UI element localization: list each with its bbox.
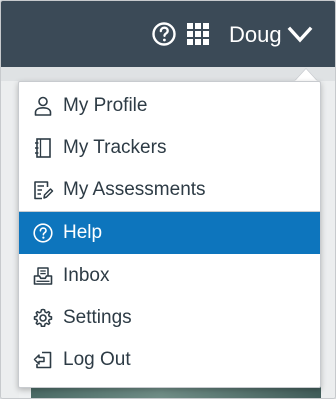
apps-grid-icon[interactable]: [185, 21, 211, 47]
page-right-shade: [319, 81, 335, 398]
menu-item-label: My Profile: [63, 95, 148, 116]
menu-item-my-trackers[interactable]: My Trackers: [19, 127, 320, 169]
menu-item-help[interactable]: Help: [19, 212, 320, 254]
notebook-icon: [35, 138, 51, 158]
menu-item-my-assessments[interactable]: My Assessments: [19, 169, 320, 211]
menu-pointer: [295, 69, 317, 81]
help-icon[interactable]: [151, 21, 177, 47]
menu-item-label: Settings: [63, 307, 132, 328]
menu-item-label: My Assessments: [63, 179, 206, 200]
menu-item-inbox[interactable]: Inbox: [19, 255, 320, 297]
page-left-shade: [1, 81, 19, 398]
assessment-icon: [34, 181, 54, 200]
menu-item-my-profile[interactable]: My Profile: [19, 85, 320, 127]
menu-item-settings[interactable]: Settings: [19, 297, 320, 339]
menu-item-label: My Trackers: [63, 137, 167, 158]
app-frame: Doug My Profile My Trackers My Assessmen…: [0, 0, 336, 399]
chevron-down-icon[interactable]: [287, 26, 313, 44]
menu-item-log-out[interactable]: Log Out: [19, 339, 320, 381]
user-icon: [34, 96, 52, 116]
menu-item-label: Inbox: [63, 265, 110, 286]
logout-icon: [33, 351, 52, 369]
user-menu-name[interactable]: Doug: [229, 22, 282, 48]
menu-item-label: Help: [63, 222, 103, 243]
inbox-icon: [33, 267, 53, 285]
user-dropdown-menu: My Profile My Trackers My Assessments He…: [18, 81, 321, 388]
gear-icon: [33, 308, 53, 327]
page-header-strip: [1, 67, 335, 81]
help-icon: [33, 223, 53, 243]
menu-item-label: Log Out: [63, 349, 131, 370]
